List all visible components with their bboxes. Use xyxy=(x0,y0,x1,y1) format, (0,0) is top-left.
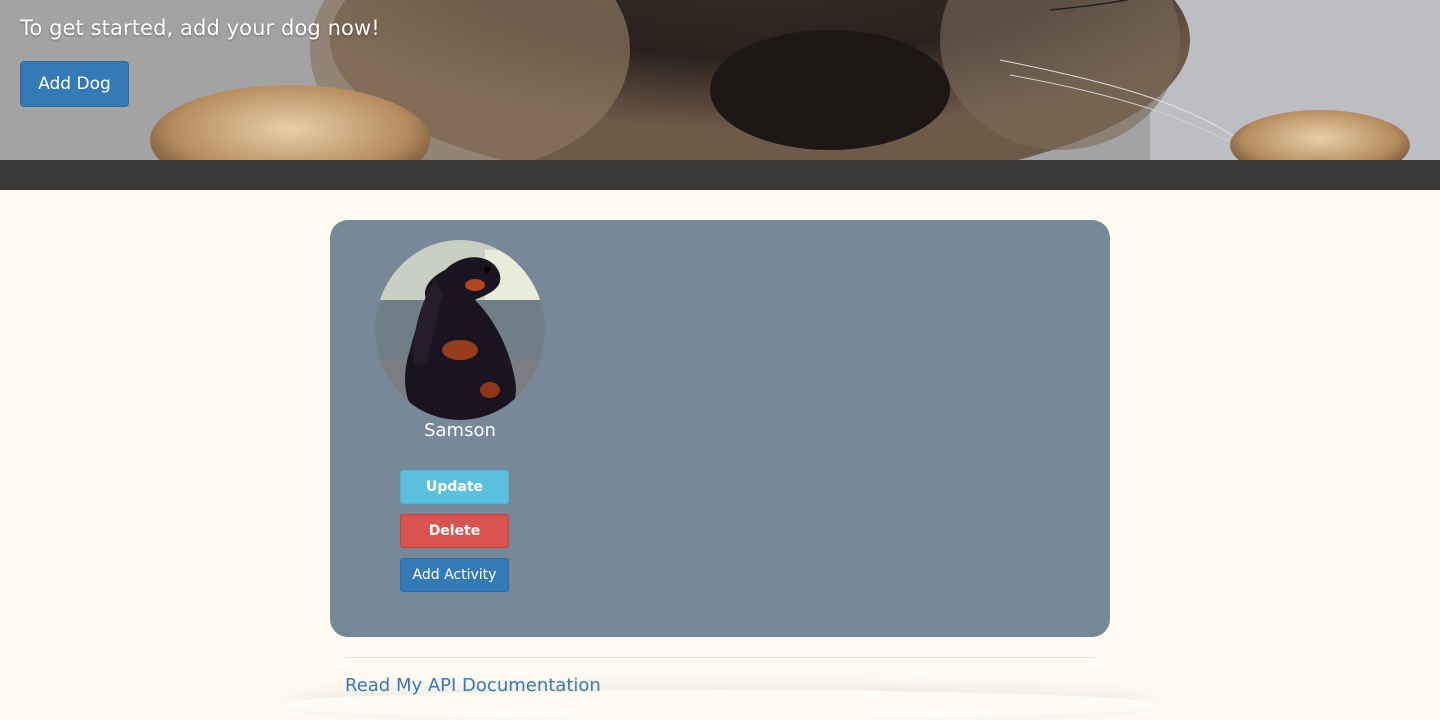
add-dog-button[interactable]: Add Dog xyxy=(20,61,129,107)
footer-divider xyxy=(345,657,1095,658)
api-docs-link[interactable]: Read My API Documentation xyxy=(345,675,601,696)
delete-button[interactable]: Delete xyxy=(400,514,509,548)
hero-banner: To get started, add your dog now! Add Do… xyxy=(0,0,1440,190)
dog-avatar xyxy=(375,240,545,420)
hero-prompt: To get started, add your dog now! xyxy=(20,16,380,40)
add-activity-button[interactable]: Add Activity xyxy=(400,558,509,592)
dog-card: Samson Update Delete Add Activity xyxy=(330,220,1110,637)
update-button[interactable]: Update xyxy=(400,470,509,504)
dog-name: Samson xyxy=(424,420,496,441)
